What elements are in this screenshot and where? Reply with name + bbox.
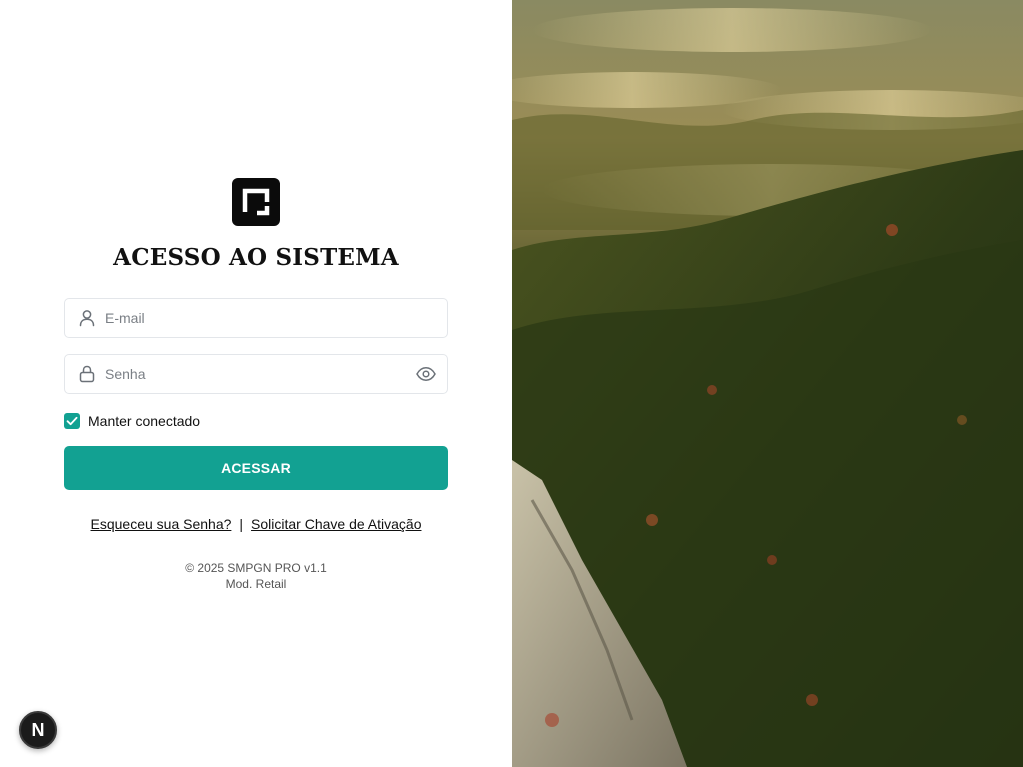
page-title: ACESSO AO SISTEMA: [113, 244, 399, 271]
link-separator: |: [239, 516, 244, 532]
login-button[interactable]: ACESSAR: [64, 446, 448, 490]
eye-icon[interactable]: [415, 364, 437, 384]
footer: © 2025 SMPGN PRO v1.1 Mod. Retail: [0, 560, 512, 592]
forgot-password-link[interactable]: Esqueceu sua Senha?: [91, 516, 232, 532]
user-icon: [77, 308, 97, 328]
login-panel: ACESSO AO SISTEMA E-mail Manter conectad…: [0, 0, 512, 767]
login-page: ACESSO AO SISTEMA E-mail Manter conectad…: [0, 0, 1023, 767]
request-activation-link[interactable]: Solicitar Chave de Ativação: [251, 516, 421, 532]
dev-tools-badge[interactable]: N: [19, 711, 57, 749]
password-field[interactable]: [64, 354, 448, 394]
logo-icon: [232, 178, 280, 226]
remember-checkbox[interactable]: [64, 413, 80, 429]
remember-me[interactable]: Manter conectado: [64, 412, 200, 430]
check-icon: [66, 416, 78, 426]
lock-icon: [77, 364, 97, 384]
copyright-text: © 2025 SMPGN PRO v1.1: [185, 561, 327, 575]
email-input[interactable]: [105, 299, 405, 337]
remember-label: Manter conectado: [88, 413, 201, 429]
email-field[interactable]: [64, 298, 448, 338]
module-text: Mod. Retail: [225, 577, 287, 591]
auth-links: Esqueceu sua Senha? | Solicitar Chave de A…: [0, 516, 512, 532]
password-input[interactable]: [105, 355, 405, 393]
forest-mountain-photo: [512, 0, 1023, 767]
